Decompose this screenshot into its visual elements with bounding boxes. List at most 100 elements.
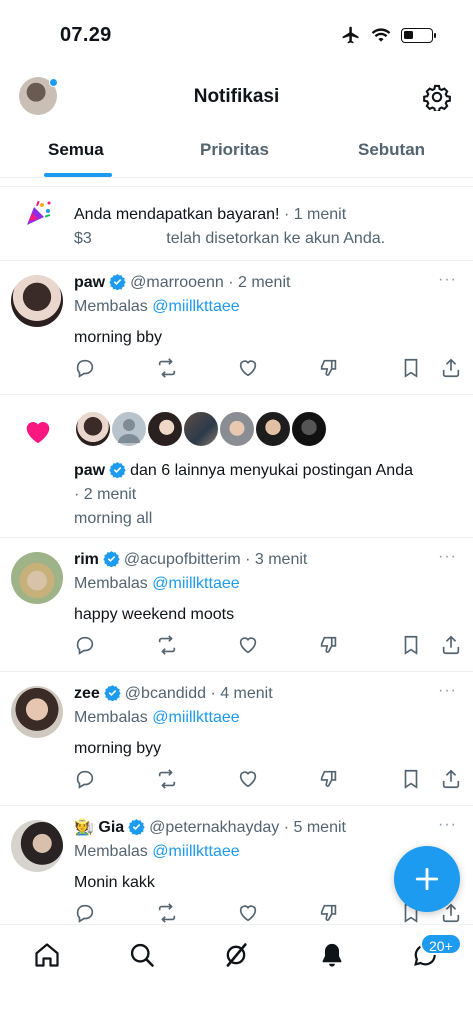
like-icon[interactable] <box>237 634 259 656</box>
post-time: · 3 menit <box>245 551 308 568</box>
reply-text: happy weekend moots <box>74 606 235 623</box>
notification-tabs: Semua Prioritas Sebutan <box>0 128 473 178</box>
author-name[interactable]: rim <box>74 551 99 568</box>
repost-icon[interactable] <box>156 902 178 924</box>
repost-icon[interactable] <box>156 357 178 379</box>
like-summary: dan 6 lainnya menyukai postingan Anda <box>130 462 413 479</box>
author-name[interactable]: zee <box>74 685 100 702</box>
tab-prioritas[interactable]: Prioritas <box>200 140 269 160</box>
tab-sebutan[interactable]: Sebutan <box>358 140 425 160</box>
reply-icon[interactable] <box>74 902 96 924</box>
avatar[interactable] <box>146 410 184 448</box>
post-actions <box>74 357 462 379</box>
grok-icon[interactable] <box>222 941 250 969</box>
post-time: · 2 menit <box>228 274 291 291</box>
liked-post-text: morning all <box>74 510 153 527</box>
search-icon[interactable] <box>128 941 156 969</box>
author-handle[interactable]: @acupofbitterim <box>124 551 241 568</box>
avatar[interactable] <box>11 686 63 738</box>
share-icon[interactable] <box>440 357 462 379</box>
like-icon[interactable] <box>237 357 259 379</box>
notifications-bell-icon[interactable] <box>318 941 346 969</box>
post-time: · 5 menit <box>283 819 346 836</box>
status-icons <box>341 24 436 46</box>
reply-icon[interactable] <box>74 768 96 790</box>
verified-badge-icon <box>103 551 120 567</box>
repost-icon[interactable] <box>156 634 178 656</box>
page-title: Notifikasi <box>193 86 280 107</box>
post-actions <box>74 902 460 924</box>
author-handle[interactable]: @peternakhayday <box>149 819 279 836</box>
replying-label: Membalas <box>74 298 148 315</box>
avatar[interactable] <box>182 410 220 448</box>
avatar[interactable] <box>254 410 292 448</box>
heart-filled-icon <box>26 422 50 444</box>
settings-gear-icon[interactable] <box>423 83 451 111</box>
verified-badge-icon <box>104 685 121 701</box>
payout-title: Anda mendapatkan bayaran! <box>74 206 280 223</box>
like-notification[interactable]: paw dan 6 lainnya menyukai postingan Anda… <box>0 395 473 538</box>
bookmark-icon[interactable] <box>400 357 422 379</box>
verified-badge-icon <box>109 462 126 478</box>
avatar[interactable] <box>74 410 112 448</box>
post-time: · 4 menit <box>210 685 273 702</box>
replying-label: Membalas <box>74 843 148 860</box>
like-icon[interactable] <box>237 902 259 924</box>
tab-semua[interactable]: Semua <box>48 140 104 160</box>
replying-to-link[interactable]: @miillkttaee <box>152 298 239 315</box>
reply-notification[interactable]: ··· zee @bcandidd · 4 menit Membalas @mii… <box>0 672 473 806</box>
bookmark-icon[interactable] <box>400 768 422 790</box>
replying-label: Membalas <box>74 575 148 592</box>
wifi-icon <box>371 28 391 42</box>
avatar[interactable] <box>11 820 63 872</box>
author-name[interactable]: paw <box>74 274 105 291</box>
replying-to-link[interactable]: @miillkttaee <box>152 709 239 726</box>
reply-icon[interactable] <box>74 634 96 656</box>
plus-icon <box>415 867 439 891</box>
author-handle[interactable]: @marrooenn <box>130 274 224 291</box>
like-icon[interactable] <box>237 768 259 790</box>
verified-badge-icon <box>128 819 145 835</box>
author-name[interactable]: 🧑‍🌾 Gia <box>74 819 124 836</box>
messages-badge: 20+ <box>420 933 462 955</box>
reply-notification[interactable]: ··· rim @acupofbitterim · 3 menit Membala… <box>0 538 473 672</box>
replying-label: Membalas <box>74 709 148 726</box>
redacted-amount <box>91 227 162 247</box>
bookmark-icon[interactable] <box>400 634 422 656</box>
repost-icon[interactable] <box>156 768 178 790</box>
avatar[interactable] <box>290 410 328 448</box>
share-icon[interactable] <box>440 634 462 656</box>
home-icon[interactable] <box>33 941 61 969</box>
reply-icon[interactable] <box>74 357 96 379</box>
party-popper-icon <box>27 200 51 225</box>
dislike-icon[interactable] <box>318 634 340 656</box>
compose-post-button[interactable] <box>394 846 460 912</box>
airplane-mode-icon <box>342 26 359 44</box>
dislike-icon[interactable] <box>318 902 340 924</box>
avatar[interactable] <box>218 410 256 448</box>
dislike-icon[interactable] <box>318 357 340 379</box>
avatar[interactable] <box>11 552 63 604</box>
share-icon[interactable] <box>440 768 462 790</box>
replying-to-link[interactable]: @miillkttaee <box>152 575 239 592</box>
battery-icon <box>401 27 436 43</box>
notification-feed[interactable]: Anda mendapatkan bayaran! · 1 menit $3 t… <box>0 186 473 924</box>
status-time: 07.29 <box>60 24 112 46</box>
status-bar: 07.29 <box>0 0 473 64</box>
payout-message: telah disetorkan ke akun Anda. <box>166 230 386 247</box>
payout-amount: $3 <box>74 230 92 247</box>
payout-notification[interactable]: Anda mendapatkan bayaran! · 1 menit $3 t… <box>0 187 473 261</box>
like-time: · 2 menit <box>74 486 137 503</box>
avatar[interactable] <box>11 275 63 327</box>
reply-text: morning bby <box>74 329 163 346</box>
liker-name[interactable]: paw <box>74 462 105 479</box>
avatar[interactable] <box>110 410 148 448</box>
active-tab-indicator <box>44 173 112 177</box>
bottom-navigation: 20+ <box>0 924 473 1024</box>
post-actions <box>74 634 462 656</box>
dislike-icon[interactable] <box>318 768 340 790</box>
verified-badge-icon <box>109 274 126 290</box>
replying-to-link[interactable]: @miillkttaee <box>152 843 239 860</box>
author-handle[interactable]: @bcandidd <box>125 685 206 702</box>
reply-notification[interactable]: ··· paw @marrooenn · 2 menit Membalas @mi… <box>0 261 473 395</box>
